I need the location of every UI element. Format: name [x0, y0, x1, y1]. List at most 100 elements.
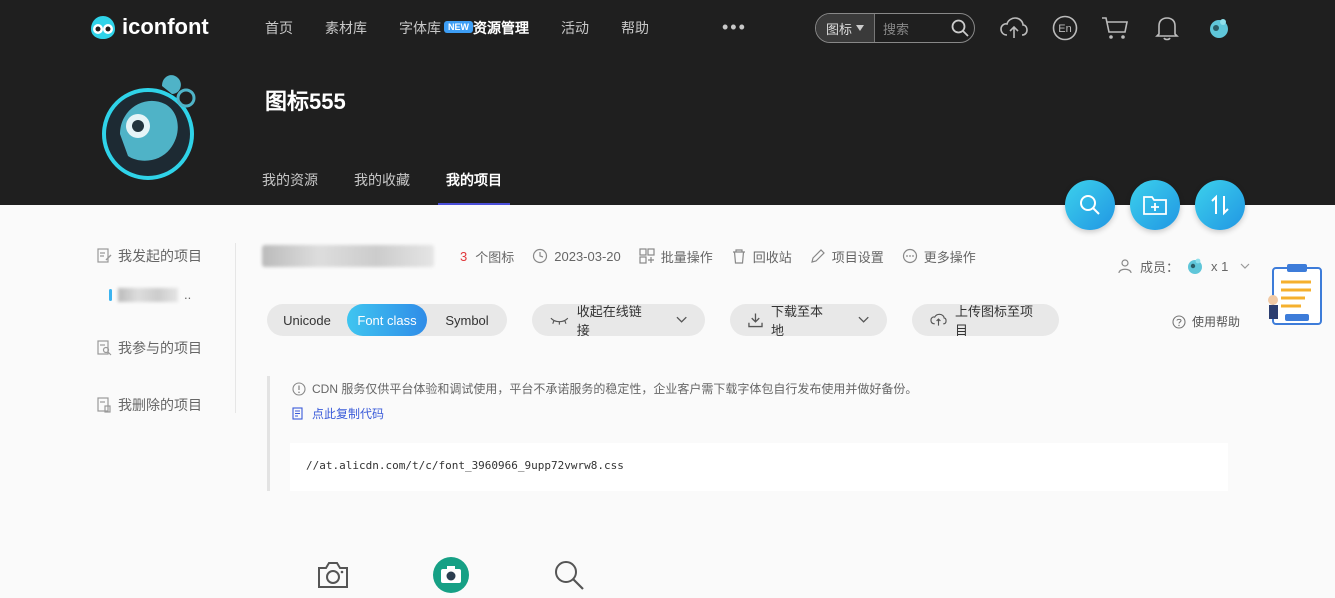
collapse-link-button[interactable]: 收起在线链接: [532, 304, 705, 338]
tab-unicode[interactable]: Unicode: [267, 304, 347, 336]
settings-action[interactable]: 项目设置: [810, 247, 884, 266]
language-en-icon[interactable]: En: [1051, 14, 1079, 42]
main-nav: 首页 素材库 字体库 NEW 资源管理 活动 帮助: [265, 18, 681, 38]
more-circle-icon: [902, 248, 917, 264]
nav-activity[interactable]: 活动: [561, 18, 589, 38]
sidebar-item-label: 我删除的项目: [118, 397, 202, 413]
search-icon: [1080, 195, 1100, 215]
trash-doc-icon: [97, 397, 111, 413]
settings-action-label: 项目设置: [831, 249, 884, 265]
fab-sort-button[interactable]: [1195, 180, 1245, 230]
download-label: 下载至本地: [770, 304, 823, 338]
magnifier-icon[interactable]: [549, 555, 589, 595]
cdn-code-area: CDN 服务仅供平台体验和调试使用，平台不承诺服务的稳定性，企业客户需下载字体包…: [267, 376, 1228, 491]
batch-action-label: 批量操作: [660, 249, 713, 265]
project-avatar: [102, 75, 196, 180]
svg-text:En: En: [1058, 23, 1071, 35]
tab-my-resources[interactable]: 我的资源: [262, 170, 318, 205]
eye-closed-icon: [550, 317, 569, 325]
recycle-icon: [732, 249, 745, 264]
usage-help-link[interactable]: 使用帮助: [1172, 313, 1240, 330]
fab-search-button[interactable]: [1065, 180, 1115, 230]
download-icon: [748, 313, 763, 328]
nav-home[interactable]: 首页: [265, 18, 293, 38]
tab-font-class[interactable]: Font class: [347, 304, 427, 336]
batch-icon: [639, 248, 655, 264]
edit-doc-icon: [97, 248, 112, 263]
top-header: iconfont 首页 素材库 字体库 NEW 资源管理 活动 帮助 ••• 图…: [0, 0, 1335, 205]
nav-materials[interactable]: 素材库: [325, 18, 367, 38]
members-count: x 1: [1211, 258, 1229, 274]
members-label: 成员：: [1140, 259, 1180, 275]
sidebar-item-initiated[interactable]: 我发起的项目: [96, 246, 202, 266]
recycle-action-label: 回收站: [752, 249, 792, 265]
nav-fonts[interactable]: 字体库 NEW: [399, 18, 473, 38]
bell-icon[interactable]: [1153, 14, 1181, 42]
search-submit-button[interactable]: [946, 14, 974, 42]
tab-my-favorites[interactable]: 我的收藏: [354, 170, 410, 205]
members-icon: [1118, 259, 1132, 274]
code-format-switch: Unicode Font class Symbol: [267, 304, 507, 336]
search-input[interactable]: 搜索: [875, 19, 946, 38]
sidebar-item-deleted[interactable]: 我删除的项目: [96, 395, 202, 415]
chevron-down-icon: [858, 316, 869, 323]
collapse-link-label: 收起在线链接: [576, 304, 642, 338]
camera-icon[interactable]: [313, 555, 353, 595]
upload-cloud-icon: [930, 313, 947, 326]
more-nav-button[interactable]: •••: [722, 17, 747, 38]
active-marker: [109, 288, 112, 301]
cdn-code-text[interactable]: //at.alicdn.com/t/c/font_3960966_9upp72v…: [290, 443, 1228, 491]
recycle-action[interactable]: 回收站: [731, 247, 792, 266]
copy-code-link[interactable]: 点此复制代码: [292, 405, 384, 422]
sidebar-item-label: 我发起的项目: [118, 248, 202, 264]
icon-count: 3: [460, 248, 468, 264]
search-type-label: 图标: [826, 21, 853, 37]
created-date-text: 2023-03-20: [554, 248, 621, 264]
tab-my-projects[interactable]: 我的项目: [438, 170, 510, 205]
caret-down-icon: [856, 25, 865, 31]
redacted-project-title: [262, 245, 434, 267]
cdn-notice: CDN 服务仅供平台体验和调试使用，平台不承诺服务的稳定性，企业客户需下载字体包…: [292, 380, 917, 397]
upload-icons-label: 上传图标至项目: [955, 304, 1034, 338]
logo-text: iconfont: [122, 14, 209, 39]
sidebar-project-item[interactable]: ..: [109, 287, 191, 302]
upload-icons-button[interactable]: 上传图标至项目: [912, 304, 1059, 338]
cdn-notice-text: CDN 服务仅供平台体验和调试使用，平台不承诺服务的稳定性，企业客户需下载字体包…: [312, 382, 918, 396]
project-meta: 3 个图标 2023-03-20 批量操作 回收站 项目设置 更多操作: [262, 244, 994, 268]
nav-help[interactable]: 帮助: [621, 18, 649, 38]
feedback-doc-icon[interactable]: [1265, 262, 1327, 326]
project-title: 图标555: [265, 89, 346, 114]
fab-new-folder-button[interactable]: [1130, 180, 1180, 230]
more-action[interactable]: 更多操作: [902, 247, 976, 266]
new-badge: NEW: [444, 21, 473, 33]
colored-camera-icon[interactable]: [431, 555, 471, 595]
cart-icon[interactable]: [1101, 14, 1129, 42]
user-avatar-icon[interactable]: [1205, 14, 1233, 42]
more-action-label: 更多操作: [923, 249, 976, 265]
tab-symbol[interactable]: Symbol: [427, 304, 507, 336]
sidebar-project-suffix: ..: [184, 287, 192, 302]
usage-help-label: 使用帮助: [1192, 315, 1241, 329]
copy-icon: [292, 406, 303, 420]
chevron-down-icon: [1240, 263, 1250, 269]
settings-pen-icon: [810, 249, 825, 263]
iconfont-logo[interactable]: iconfont: [88, 14, 209, 40]
search-bar: 图标 搜索: [815, 13, 975, 43]
info-circle-icon: [292, 381, 306, 396]
nav-resources[interactable]: 资源管理: [473, 18, 529, 38]
upload-cloud-icon[interactable]: [1000, 14, 1028, 42]
project-sidebar: 我发起的项目 .. 我参与的项目 我删除的项目: [96, 243, 236, 413]
clock-icon: [533, 248, 548, 264]
sidebar-item-participated[interactable]: 我参与的项目: [96, 338, 202, 358]
search-doc-icon: [97, 340, 112, 356]
created-date: 2023-03-20: [532, 248, 621, 264]
search-icon: [951, 19, 969, 37]
download-button[interactable]: 下载至本地: [730, 304, 887, 338]
members-dropdown[interactable]: 成员： x 1: [1118, 256, 1250, 276]
batch-action[interactable]: 批量操作: [639, 247, 713, 266]
copy-code-label: 点此复制代码: [312, 407, 385, 421]
search-type-select[interactable]: 图标: [816, 14, 876, 42]
icon-count-label: 个图标: [475, 249, 515, 265]
chameleon-logo-icon: [91, 16, 115, 39]
question-circle-icon: [1172, 314, 1186, 329]
